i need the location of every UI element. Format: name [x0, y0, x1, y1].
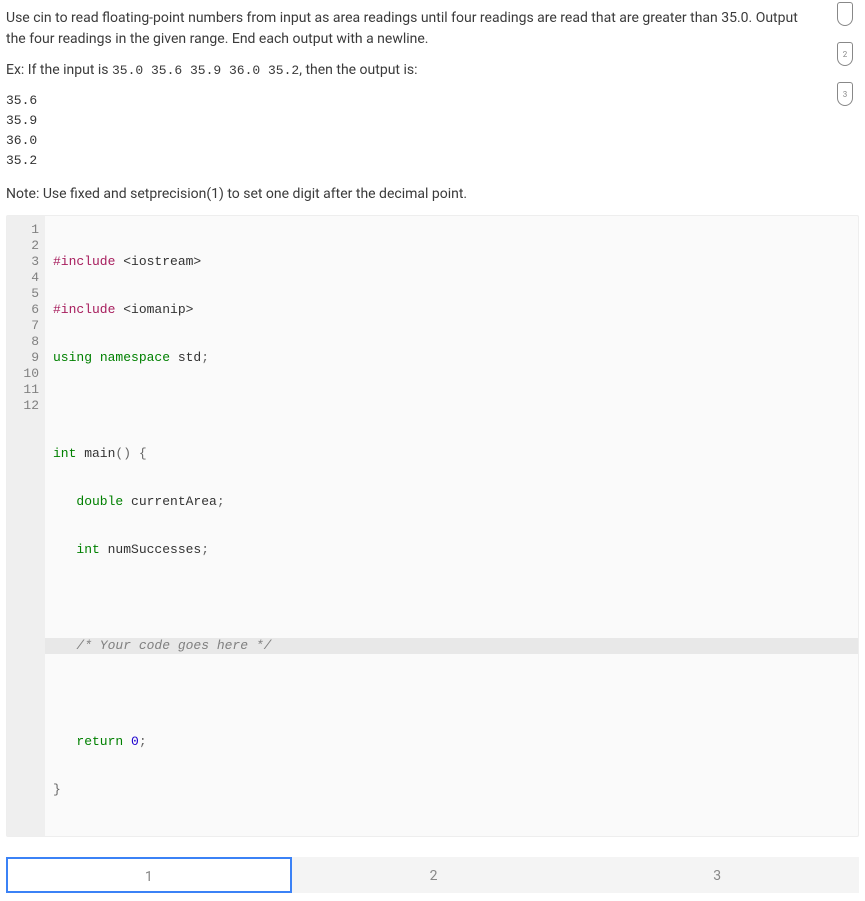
example-suffix: , then the output is:	[299, 62, 417, 78]
tab-testcase-1[interactable]: 1	[6, 857, 292, 893]
line-number: 7	[7, 318, 39, 334]
line-number: 6	[7, 302, 39, 318]
code-line: #include <iostream>	[53, 254, 850, 270]
line-number: 3	[7, 254, 39, 270]
line-number: 12	[7, 398, 39, 414]
line-number: 11	[7, 382, 39, 398]
output-line: 35.2	[6, 153, 37, 168]
code-line	[53, 590, 850, 606]
code-line: int numSuccesses;	[53, 542, 850, 558]
line-number: 4	[7, 270, 39, 286]
code-line: double currentArea;	[53, 494, 850, 510]
tab-testcase-3[interactable]: 3	[575, 857, 859, 893]
badge-shield	[837, 8, 853, 26]
tab-testcase-2[interactable]: 2	[292, 857, 576, 893]
example-label: Ex: If the input is	[6, 62, 112, 78]
line-number: 2	[7, 238, 39, 254]
example-input: 35.0 35.6 35.9 36.0 35.2	[112, 63, 299, 78]
output-line: 35.6	[6, 93, 37, 108]
problem-instructions: Use cin to read floating-point numbers f…	[6, 8, 816, 81]
code-editor[interactable]: 1 2 3 4 5 6 7 8 9 10 11 12 #include <ios…	[6, 215, 859, 837]
badge-shield: 2	[837, 48, 853, 66]
line-number: 5	[7, 286, 39, 302]
testcase-tabs: 1 2 3	[6, 857, 859, 893]
note-text: Note: Use fixed and setprecision(1) to s…	[6, 184, 859, 205]
code-line: }	[53, 782, 850, 798]
code-body[interactable]: #include <iostream> #include <iomanip> u…	[45, 216, 858, 836]
line-number: 9	[7, 350, 39, 366]
output-line: 36.0	[6, 133, 37, 148]
line-number: 1	[7, 222, 39, 238]
code-line	[53, 398, 850, 414]
code-line: return 0;	[53, 734, 850, 750]
line-number: 8	[7, 334, 39, 350]
output-line: 35.9	[6, 113, 37, 128]
code-line: using namespace std;	[53, 350, 850, 366]
code-line-highlighted: /* Your code goes here */	[45, 638, 858, 654]
line-number: 10	[7, 366, 39, 382]
example-output: 35.6 35.9 36.0 35.2	[6, 91, 859, 172]
code-line: int main() {	[53, 446, 850, 462]
instruction-para-1: Use cin to read floating-point numbers f…	[6, 8, 816, 50]
badge-shield: 3	[837, 88, 853, 106]
code-line: #include <iomanip>	[53, 302, 850, 318]
note-para: Note: Use fixed and setprecision(1) to s…	[6, 184, 859, 205]
line-number-gutter: 1 2 3 4 5 6 7 8 9 10 11 12	[7, 216, 45, 836]
example-intro: Ex: If the input is 35.0 35.6 35.9 36.0 …	[6, 60, 816, 81]
progress-badges: 2 3	[837, 8, 853, 106]
code-line	[53, 686, 850, 702]
